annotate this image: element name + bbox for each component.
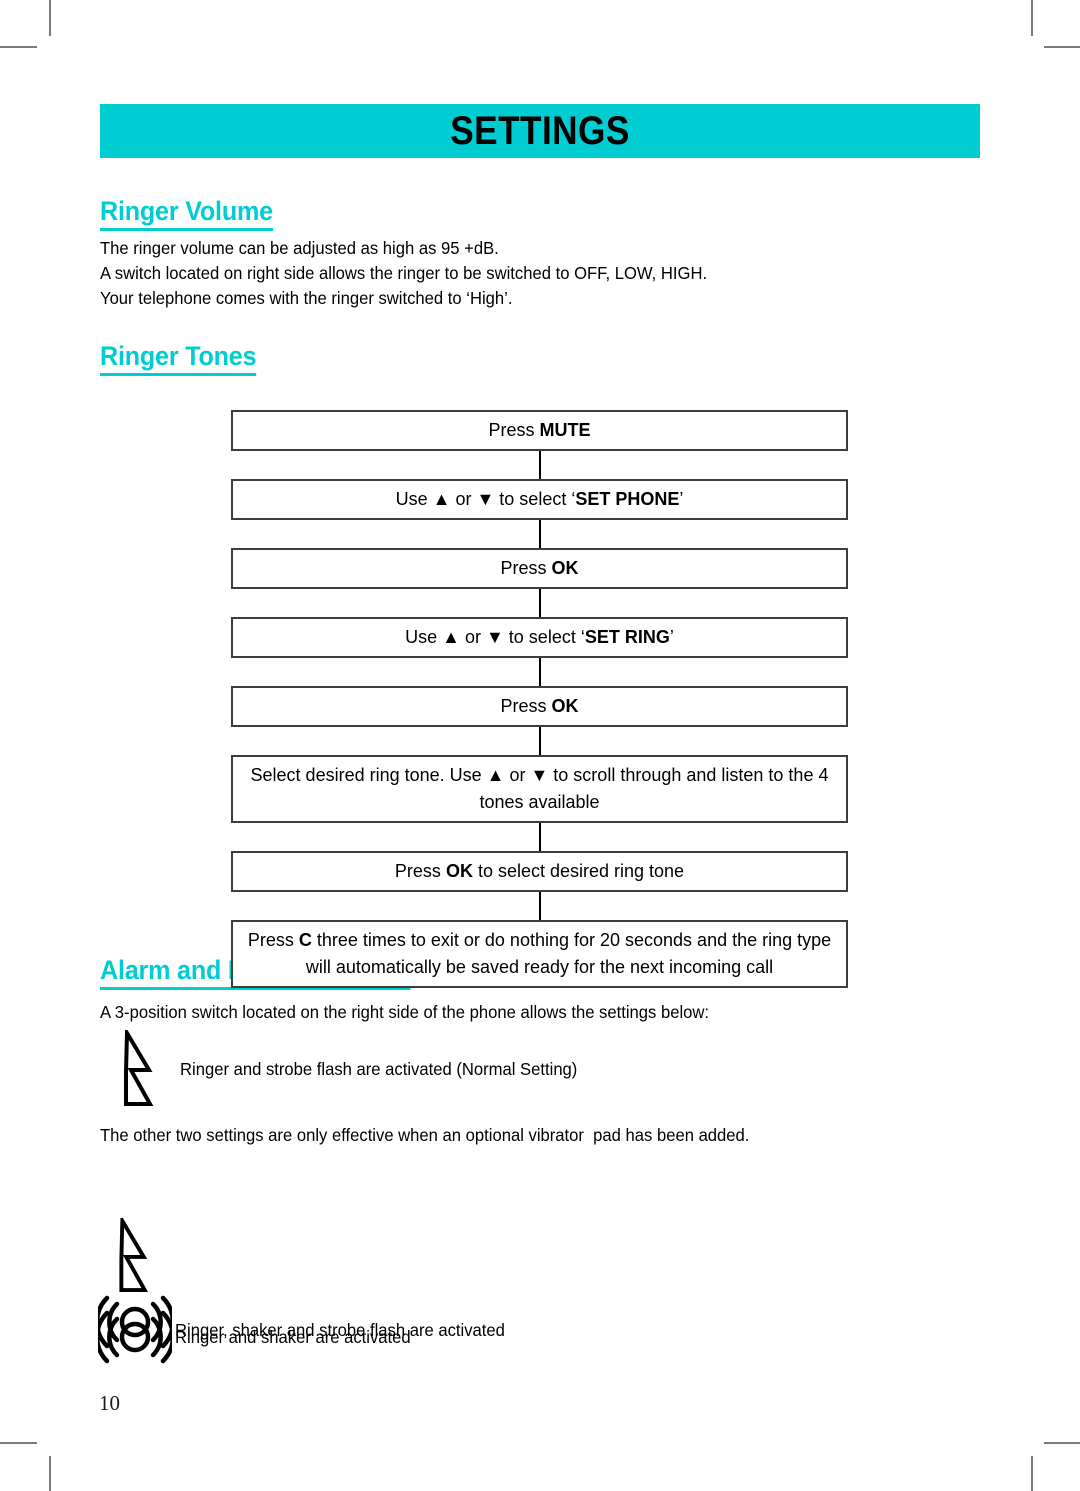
- flow-step-text-pre: Press: [488, 420, 540, 440]
- crop-mark-top-right-vertical: [1031, 0, 1033, 36]
- strobe-flash-icon: [100, 1030, 180, 1108]
- crop-mark-bottom-left-horizontal: [0, 1442, 37, 1444]
- page-title: SETTINGS: [450, 109, 630, 153]
- flow-step: Press OK: [231, 548, 848, 589]
- crop-mark-top-right-horizontal: [1044, 46, 1080, 48]
- crop-mark-top-left-horizontal: [0, 46, 37, 48]
- setting-option-row: Ringer and strobe flash are activated (N…: [100, 1030, 598, 1108]
- flow-step-text-post: ’: [679, 489, 684, 509]
- crop-mark-bottom-right-vertical: [1031, 1456, 1033, 1491]
- flow-step-text-pre: Press: [394, 861, 446, 881]
- setting-option-label: Ringer and strobe flash are activated (N…: [180, 1059, 578, 1079]
- flow-step-text-post: to select desired ring tone: [472, 861, 685, 881]
- flow-step-text-strong: MUTE: [539, 420, 591, 440]
- flow-connector: [231, 519, 848, 549]
- flow-step-text-pre: Use ▲ or ▼ to select ‘: [405, 627, 585, 647]
- document-page: SETTINGS Ringer Volume The ringer volume…: [0, 0, 1080, 1491]
- flow-step-text-strong: SET PHONE: [575, 489, 680, 509]
- flow-step-text-pre: Press: [500, 558, 552, 578]
- crop-mark-bottom-right-horizontal: [1044, 1442, 1080, 1444]
- flow-step: Use ▲ or ▼ to select ‘SET PHONE’: [231, 479, 848, 520]
- flow-step: Use ▲ or ▼ to select ‘SET RING’: [231, 617, 848, 658]
- flow-connector: [231, 588, 848, 618]
- flow-step-text-strong: SET RING: [584, 627, 670, 647]
- section-body-alarm-note: The other two settings are only effectiv…: [100, 1125, 750, 1145]
- shaker-vibration-icon: [95, 1310, 175, 1364]
- flow-step: Press OK: [231, 686, 848, 727]
- flow-step: Press C three times to exit or do nothin…: [231, 920, 848, 988]
- crop-mark-bottom-left-vertical: [49, 1456, 51, 1491]
- ringer-tones-flowchart: Press MUTE Use ▲ or ▼ to select ‘SET PHO…: [231, 410, 848, 988]
- flow-step-text-strong: OK: [445, 861, 473, 881]
- setting-option-row: Ringer and shaker are activated: [95, 1310, 423, 1364]
- flow-step-text-pre: Select desired ring tone. Use ▲ or ▼ to …: [250, 765, 829, 812]
- flow-step-text-strong: OK: [551, 558, 579, 578]
- flow-step-text-strong: OK: [551, 696, 579, 716]
- setting-option-label: Ringer and shaker are activated: [175, 1327, 411, 1347]
- flow-step: Select desired ring tone. Use ▲ or ▼ to …: [231, 755, 848, 823]
- flow-connector: [231, 822, 848, 852]
- flow-connector: [231, 726, 848, 756]
- page-header-banner: SETTINGS: [100, 104, 980, 158]
- flow-step-text-pre: Press: [247, 930, 299, 950]
- page-number: 10: [99, 1391, 120, 1415]
- section-body-alarm-intro: A 3-position switch located on the right…: [100, 1002, 710, 1022]
- flow-step: Press OK to select desired ring tone: [231, 851, 848, 892]
- flow-step-text-pre: Use ▲ or ▼ to select ‘: [395, 489, 576, 509]
- crop-mark-top-left-vertical: [49, 0, 51, 36]
- flow-step-text-post: ’: [669, 627, 674, 647]
- flow-connector: [231, 450, 848, 480]
- section-heading-ringer-tones: Ringer Tones: [100, 341, 257, 376]
- section-heading-ringer-volume: Ringer Volume: [100, 196, 273, 231]
- flow-step-text-strong: C: [298, 930, 312, 950]
- flow-connector: [231, 891, 848, 921]
- flow-step: Press MUTE: [231, 410, 848, 451]
- flow-step-text-pre: Press: [500, 696, 552, 716]
- strobe-flash-icon: [112, 1214, 158, 1299]
- flow-connector: [231, 657, 848, 687]
- flow-step-text-post: three times to exit or do nothing for 20…: [305, 930, 832, 977]
- section-body-ringer-volume: The ringer volume can be adjusted as hig…: [100, 238, 708, 308]
